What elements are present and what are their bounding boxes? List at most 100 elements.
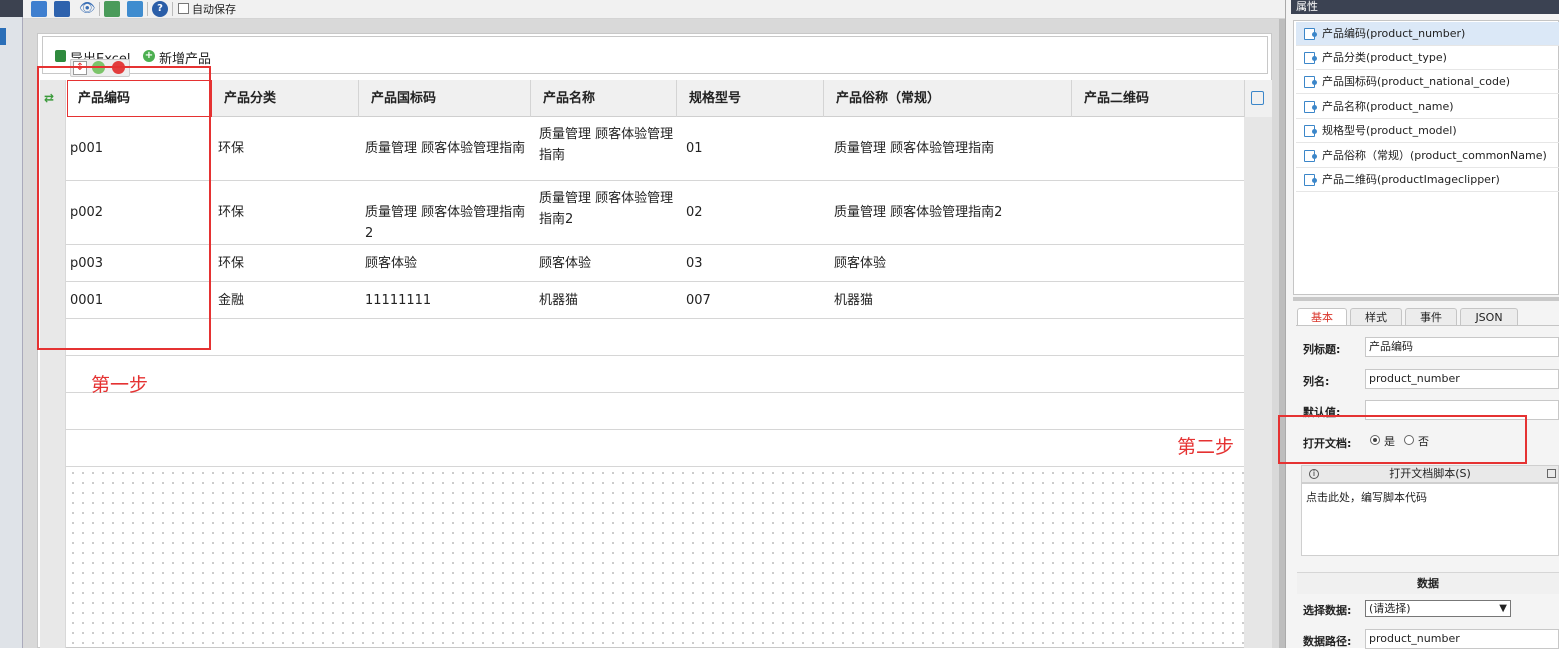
script-header-label: 打开文档脚本(S) [1389, 467, 1471, 480]
tab-json[interactable]: JSON [1460, 308, 1518, 326]
new-icon[interactable] [31, 1, 47, 17]
export-icon[interactable] [127, 1, 143, 17]
field-item[interactable]: 产品名称(product_name) [1296, 95, 1559, 119]
table-cell: 11111111 [365, 293, 432, 308]
field-item-label: 产品俗称（常规）(product_commonName) [1322, 149, 1547, 162]
table-cell: 03 [686, 256, 703, 271]
select-data-value: (请选择) [1369, 602, 1411, 615]
table-cell: 环保 [218, 256, 245, 271]
import-icon[interactable] [104, 1, 120, 17]
field-icon [1304, 174, 1317, 186]
table-cell: 质量管理 顾客体验管理指南2 [834, 205, 1003, 220]
column-header-product-name[interactable]: 产品名称 [531, 80, 677, 117]
toolbar-separator [99, 2, 100, 16]
help-icon[interactable]: ? [152, 1, 168, 17]
script-editor[interactable]: 点击此处，编写脚本代码 [1301, 483, 1559, 556]
step2-highlight-box [1278, 415, 1527, 464]
table-cell: 机器猫 [539, 293, 579, 308]
toolbar-separator [172, 2, 173, 16]
grid-toolbar [42, 36, 1268, 74]
step2-label: 第二步 [1177, 436, 1235, 458]
tab-basic[interactable]: 基本 [1297, 308, 1347, 326]
column-header-common-name[interactable]: 产品俗称（常规） [824, 80, 1072, 117]
row-divider [66, 429, 1244, 430]
chevron-down-icon: ▼ [1499, 603, 1507, 614]
field-item-label: 产品编码(product_number) [1322, 27, 1466, 40]
select-data-dropdown[interactable]: (请选择) ▼ [1365, 600, 1511, 617]
left-app-strip [0, 0, 23, 648]
field-item[interactable]: 产品国标码(product_national_code) [1296, 70, 1559, 94]
table-cell: 环保 [218, 141, 245, 156]
field-icon [1304, 150, 1317, 162]
field-item-label: 产品国标码(product_national_code) [1322, 75, 1510, 88]
autosave-checkbox[interactable] [178, 3, 189, 14]
row-divider [66, 244, 1244, 245]
data-path-label: 数据路径: [1303, 635, 1352, 648]
row-divider [66, 466, 1244, 467]
panel-splitter[interactable] [1293, 297, 1559, 301]
info-icon: i [1309, 469, 1319, 479]
row-divider [66, 355, 1244, 356]
column-settings-icon[interactable] [1251, 91, 1264, 105]
table-cell: 金融 [218, 293, 245, 308]
table-cell: 质量管理 顾客体验管理指南 [365, 141, 526, 156]
tab-events[interactable]: 事件 [1405, 308, 1457, 326]
table-cell: 007 [686, 293, 711, 308]
table-cell: 01 [686, 141, 703, 156]
grid-scrollbar[interactable] [1244, 117, 1272, 648]
column-name-input[interactable]: product_number [1365, 369, 1559, 389]
excel-icon [55, 50, 66, 62]
field-icon [1304, 101, 1317, 113]
table-cell: 质量管理 顾客体验管理指南2 [365, 205, 526, 241]
add-icon: + [143, 50, 155, 62]
table-cell: 质量管理 顾客体验管理指南 [539, 127, 674, 163]
field-icon [1304, 28, 1317, 40]
column-header-qrcode[interactable]: 产品二维码 [1072, 80, 1244, 117]
field-item[interactable]: 产品俗称（常规）(product_commonName) [1296, 144, 1559, 168]
table-cell: 02 [686, 205, 703, 220]
row-divider [66, 180, 1244, 181]
table-cell: 顾客体验 [539, 256, 592, 271]
expand-icon[interactable] [1547, 469, 1556, 478]
field-item-label: 产品名称(product_name) [1322, 100, 1454, 113]
panel-title: 属性 [1291, 0, 1559, 14]
row-divider [66, 318, 1244, 319]
column-header-model[interactable]: 规格型号 [677, 80, 824, 117]
script-placeholder: 点击此处，编写脚本代码 [1306, 491, 1427, 504]
selected-column-box [67, 80, 212, 117]
designer-toolbar: 👁 ? 自动保存 [23, 0, 1285, 19]
table-cell: 机器猫 [834, 293, 874, 308]
column-name-label: 列名: [1303, 375, 1330, 388]
field-item-label: 产品二维码(productImageclipper) [1322, 173, 1500, 186]
strip-active-marker [0, 28, 6, 45]
field-item[interactable]: 产品分类(product_type) [1296, 46, 1559, 70]
select-data-label: 选择数据: [1303, 604, 1352, 617]
column-title-input[interactable]: 产品编码 [1365, 337, 1559, 357]
table-cell: 质量管理 顾客体验管理指南 [834, 141, 995, 156]
table-cell: 质量管理 顾客体验管理指南2 [539, 191, 674, 227]
tab-underline [1296, 325, 1559, 326]
script-header[interactable]: 打开文档脚本(S) [1301, 465, 1559, 483]
field-item[interactable]: 产品编码(product_number) [1296, 22, 1559, 46]
save-icon[interactable] [54, 1, 70, 17]
data-section-header: 数据 [1297, 572, 1559, 594]
add-product-button[interactable]: 新增产品 [159, 48, 211, 67]
preview-icon[interactable]: 👁 [79, 1, 96, 17]
column-title-label: 列标题: [1303, 343, 1341, 356]
field-icon [1304, 52, 1317, 64]
row-divider [66, 281, 1244, 282]
field-icon [1304, 125, 1317, 137]
field-item-label: 规格型号(product_model) [1322, 124, 1457, 137]
tab-style[interactable]: 样式 [1350, 308, 1402, 326]
empty-grid-area [68, 468, 1244, 648]
field-item[interactable]: 产品二维码(productImageclipper) [1296, 168, 1559, 192]
field-item-label: 产品分类(product_type) [1322, 51, 1447, 64]
step1-label: 第一步 [91, 374, 149, 396]
data-path-input[interactable]: product_number [1365, 629, 1559, 649]
strip-header [0, 0, 23, 17]
field-item[interactable]: 规格型号(product_model) [1296, 119, 1559, 143]
field-icon [1304, 76, 1317, 88]
column-header-national-code[interactable]: 产品国标码 [359, 80, 531, 117]
table-cell: 顾客体验 [834, 256, 887, 271]
column-header-product-type[interactable]: 产品分类 [212, 80, 359, 117]
